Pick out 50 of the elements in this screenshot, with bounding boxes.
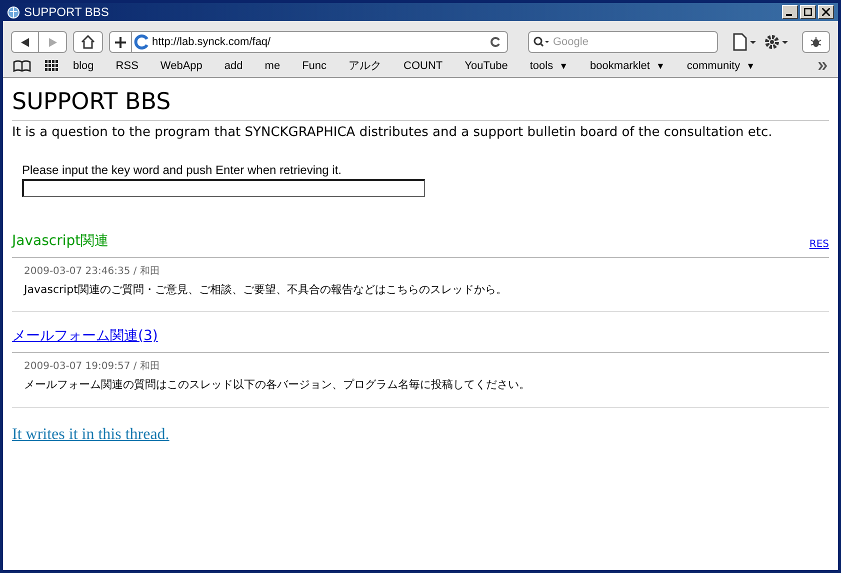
res-link[interactable]: RES xyxy=(809,236,829,252)
page-title: SUPPORT BBS xyxy=(12,86,829,121)
bookmark-item[interactable]: add xyxy=(224,58,243,74)
thread-title: Javascript関連 xyxy=(12,232,109,250)
refresh-icon xyxy=(489,36,501,48)
page-description: It is a question to the program that SYNCKGRAPHICA distributes and a support bulletin board of the consultation etc. xyxy=(12,124,774,142)
address-field[interactable]: http://lab.synck.com/faq/ xyxy=(109,31,508,53)
keyword-field[interactable] xyxy=(22,178,425,196)
url-text: http://lab.synck.com/faq/ xyxy=(152,34,272,50)
home-icon xyxy=(81,35,95,49)
maximize-button[interactable] xyxy=(800,5,816,19)
post-meta: 2009-03-07 19:09:57 / 和田 xyxy=(24,360,161,374)
bookmark-item[interactable]: アルク xyxy=(348,58,382,74)
minimize-button[interactable] xyxy=(782,5,798,19)
back-button[interactable] xyxy=(11,31,39,53)
bookmark-menu[interactable]: bookmarklet ▼ xyxy=(590,58,665,74)
thread-title[interactable]: メールフォーム関連(3) xyxy=(12,326,158,347)
search-icon xyxy=(533,36,549,48)
add-icon xyxy=(115,36,126,48)
bookmark-item[interactable]: blog xyxy=(73,58,94,74)
back-icon xyxy=(21,38,29,46)
close-icon xyxy=(822,8,830,16)
bookmark-menu[interactable]: community ▼ xyxy=(686,58,755,74)
bug-icon xyxy=(810,36,822,48)
post-meta: 2009-03-07 23:46:35 / 和田 xyxy=(24,264,161,278)
post-body: Javascript関連のご質問・ご意見、ご相談、ご要望、不具合の報告などはこちらのスレッドから。 xyxy=(24,282,508,298)
bookmark-menu[interactable]: tools ▼ xyxy=(530,58,568,74)
bookmark-item[interactable]: WebApp xyxy=(160,58,202,74)
write-link[interactable]: It writes it in this thread. xyxy=(12,426,170,442)
forward-icon xyxy=(48,38,56,46)
bookmark-item[interactable]: RSS xyxy=(116,58,138,74)
search-placeholder: Google xyxy=(553,34,588,50)
maximize-icon xyxy=(804,8,812,16)
bookmark-item[interactable]: Func xyxy=(302,58,327,74)
grid-icon[interactable] xyxy=(45,60,59,72)
bookmark-item[interactable]: COUNT xyxy=(404,58,443,74)
search-label: Please input the key word and push Enter when retrieving it. xyxy=(22,162,343,178)
post-body: メールフォーム関連の質問はこのスレッド以下の各バージョン、プログラム名毎に投稿してください。 xyxy=(24,377,531,393)
bookmark-item[interactable]: me xyxy=(264,58,280,74)
globe-icon xyxy=(7,6,20,18)
settings-icon[interactable] xyxy=(764,33,790,51)
window-title: SUPPORT BBS xyxy=(24,4,109,21)
close-button[interactable] xyxy=(818,5,834,19)
book-icon[interactable] xyxy=(13,60,31,72)
bug-button[interactable] xyxy=(802,31,830,53)
page-icon[interactable] xyxy=(732,33,758,51)
home-button[interactable] xyxy=(73,31,103,53)
chevrons-icon[interactable] xyxy=(818,62,828,70)
bookmark-item[interactable]: YouTube xyxy=(464,58,508,74)
reload-icon xyxy=(134,34,150,50)
